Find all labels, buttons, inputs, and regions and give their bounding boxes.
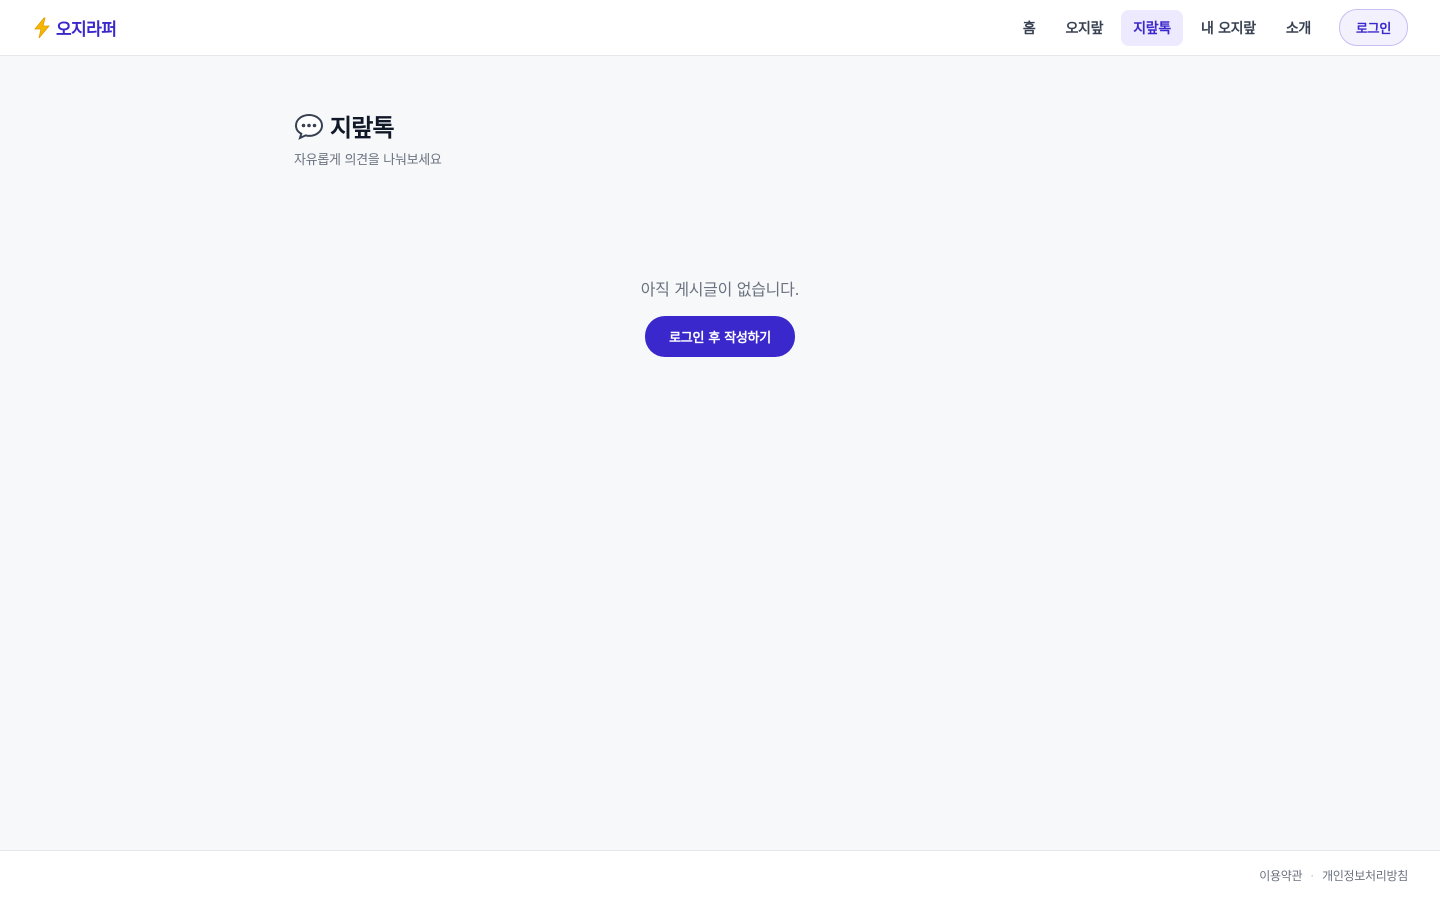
footer-separator: · xyxy=(1310,868,1315,883)
logo[interactable]: 오지라퍼 xyxy=(32,15,117,40)
empty-state-message: 아직 게시글이 없습니다. xyxy=(640,280,800,299)
footer: 이용약관 · 개인정보처리방침 xyxy=(0,850,1440,900)
footer-link-terms[interactable]: 이용약관 xyxy=(1259,867,1302,884)
main-nav: 홈 오지랖 지랖톡 내 오지랖 소개 로그인 xyxy=(1011,9,1408,46)
page-title: 지랖톡 xyxy=(330,114,395,142)
nav-item-my-ojirap[interactable]: 내 오지랖 xyxy=(1189,10,1268,46)
empty-state: 아직 게시글이 없습니다. 로그인 후 작성하기 xyxy=(294,276,1146,357)
speech-bubble-icon xyxy=(294,112,324,140)
nav-item-home[interactable]: 홈 xyxy=(1011,10,1048,46)
login-to-write-button[interactable]: 로그인 후 작성하기 xyxy=(645,316,795,357)
footer-link-privacy[interactable]: 개인정보처리방침 xyxy=(1322,867,1408,884)
top-header: 오지라퍼 홈 오지랖 지랖톡 내 오지랖 소개 로그인 xyxy=(0,0,1440,56)
nav-item-about[interactable]: 소개 xyxy=(1274,10,1323,46)
main-content: 지랖톡 자유롭게 의견을 나눠보세요 아직 게시글이 없습니다. 로그인 후 작… xyxy=(294,56,1146,357)
lightning-icon xyxy=(32,17,52,39)
page-header: 지랖톡 xyxy=(294,108,1146,143)
logo-text: 오지라퍼 xyxy=(56,20,117,40)
nav-item-jiraptalk[interactable]: 지랖톡 xyxy=(1121,9,1183,46)
nav-item-ojirap[interactable]: 오지랖 xyxy=(1053,10,1115,46)
page-subtitle: 자유롭게 의견을 나눠보세요 xyxy=(294,153,442,168)
login-button[interactable]: 로그인 xyxy=(1339,9,1408,46)
